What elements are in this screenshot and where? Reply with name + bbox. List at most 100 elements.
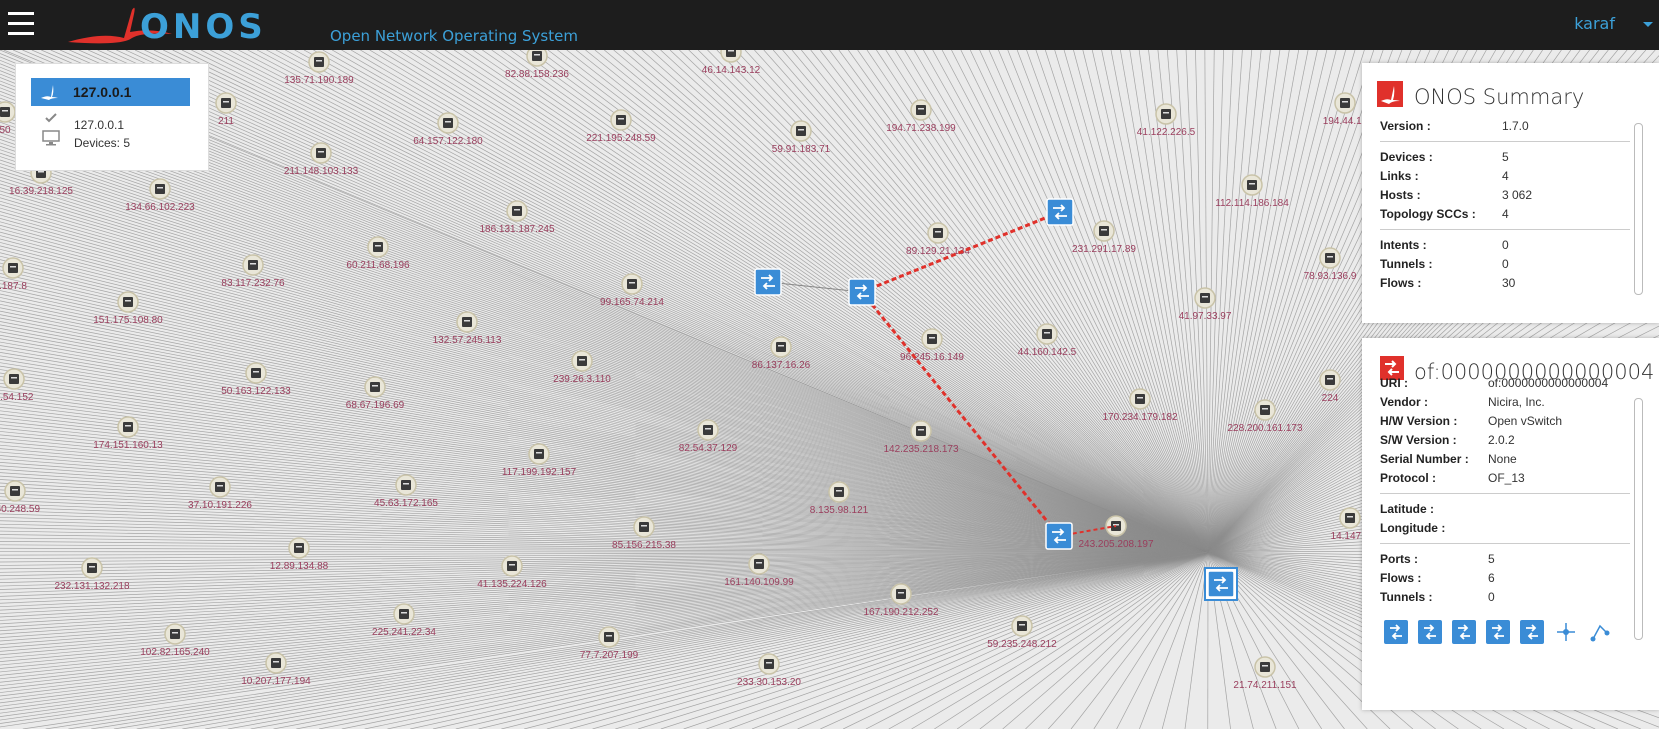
- prop-label: Tunnels :: [1380, 257, 1433, 271]
- instance-panel: 127.0.0.1 127.0.0.1 Devices: 5: [15, 63, 209, 171]
- host-icon-slot: [223, 101, 229, 103]
- host-label: 3.54.152: [0, 392, 34, 403]
- host-link: [0, 327, 1209, 553]
- related-traffic-icon[interactable]: [1588, 620, 1612, 644]
- host-icon-slot: [403, 483, 409, 485]
- host-node[interactable]: 21.74.211.151: [1233, 656, 1297, 691]
- groups-icon[interactable]: [1486, 620, 1510, 644]
- host-icon: [754, 559, 764, 569]
- instance-header[interactable]: 127.0.0.1: [31, 78, 190, 106]
- port-table-icon[interactable]: [1452, 620, 1476, 644]
- host-label: 221.195.248.59: [586, 133, 656, 144]
- host-icon: [251, 368, 261, 378]
- host-node[interactable]: 228.200.161.173: [1227, 399, 1303, 434]
- host-icon-slot: [1044, 332, 1050, 334]
- host-node[interactable]: 211: [215, 92, 237, 127]
- switch-node[interactable]: [754, 268, 782, 296]
- prop-label: Links :: [1380, 169, 1419, 183]
- host-icon: [604, 632, 614, 642]
- host-icon: [0, 107, 10, 117]
- user-name[interactable]: karaf: [1574, 14, 1615, 33]
- host-node[interactable]: 170.234.179.182: [1102, 388, 1178, 423]
- switch-node[interactable]: [1204, 567, 1238, 601]
- onos-logo[interactable]: ONOS: [62, 2, 362, 48]
- device-scrollbar[interactable]: [1634, 398, 1643, 640]
- host-label: 151.175.108.80: [93, 315, 163, 326]
- host-label: 239.26.3.110: [553, 374, 611, 385]
- instance-device-count: Devices: 5: [74, 136, 131, 150]
- host-icon-slot: [509, 564, 515, 566]
- host-node[interactable]: 194.71.238.199: [886, 99, 956, 134]
- host-label: 59.235.248.212: [987, 639, 1057, 650]
- host-node[interactable]: 59.235.248.212: [987, 615, 1057, 650]
- host-node[interactable]: 135.71.190.189: [284, 51, 354, 86]
- switch-node[interactable]: [1045, 522, 1073, 550]
- host-label: 134.66.102.223: [125, 202, 195, 213]
- host-label: 167.190.212.252: [863, 607, 939, 618]
- host-icon-slot: [250, 263, 256, 265]
- prop-label: Tunnels :: [1380, 590, 1433, 604]
- prop-label: Latitude :: [1380, 502, 1434, 516]
- host-icon: [1345, 513, 1355, 523]
- host-node[interactable]: 46.14.143.12: [702, 50, 761, 76]
- meters-icon[interactable]: [1520, 620, 1544, 644]
- host-icon: [1161, 109, 1171, 119]
- divider: [1380, 229, 1630, 230]
- host-node[interactable]: 59.91.183.71: [772, 120, 831, 155]
- menu-icon[interactable]: [8, 12, 34, 36]
- host-node[interactable]: 134.66.102.223: [125, 178, 195, 213]
- host-label: 102.82.165.240: [140, 647, 210, 658]
- host-icon: [314, 57, 324, 67]
- prop-label: Flows :: [1380, 276, 1422, 290]
- host-icon: [8, 263, 18, 273]
- host-node[interactable]: 233.30.153.20: [737, 653, 801, 688]
- host-icon: [512, 206, 522, 216]
- prop-label: Hosts :: [1380, 188, 1421, 202]
- host-node[interactable]: 41.97.33.97: [1179, 287, 1232, 322]
- switch-body: [754, 268, 782, 296]
- host-icon: [155, 184, 165, 194]
- prop-value: 5: [1488, 552, 1495, 566]
- switch-node[interactable]: [848, 278, 876, 306]
- host-icon: [370, 382, 380, 392]
- host-label: 112.114.186.184: [1215, 198, 1289, 209]
- host-label: 41.97.33.97: [1179, 311, 1232, 322]
- host-node[interactable]: 211.148.103.133: [284, 142, 359, 177]
- host-icon-slot: [10, 266, 16, 268]
- host-node[interactable]: 78.93.136.9: [1304, 247, 1357, 282]
- host-node[interactable]: 41.122.226.5: [1137, 103, 1196, 138]
- host-node[interactable]: 174.151.160.13: [93, 416, 163, 451]
- prop-value: 0: [1502, 257, 1509, 271]
- host-node[interactable]: 12.89.134.88: [270, 537, 329, 572]
- chevron-down-icon[interactable]: [1641, 14, 1655, 32]
- host-node[interactable]: 232.131.132.218: [54, 557, 130, 592]
- host-label: 44.160.142.5: [1018, 347, 1077, 358]
- host-icon-slot: [12, 489, 18, 491]
- switch-node[interactable]: [1046, 198, 1074, 226]
- host-node[interactable]: 221.195.248.59: [586, 109, 656, 144]
- device-details-panel: of:0000000000000004 URI : of:000000000000…: [1362, 338, 1659, 710]
- host-node[interactable]: 82.88.158.236: [505, 50, 569, 80]
- host-path-icon[interactable]: [1554, 620, 1578, 644]
- host-icon-slot: [372, 385, 378, 387]
- host-icon-slot: [929, 337, 935, 339]
- host-node[interactable]: 224: [1319, 369, 1341, 404]
- switch-icon[interactable]: [1384, 620, 1408, 644]
- host-node[interactable]: 44.160.142.5: [1018, 323, 1077, 358]
- host-icon-slot: [579, 359, 585, 361]
- host-icon: [639, 522, 649, 532]
- host-label: 135.71.190.189: [284, 75, 354, 86]
- host-icon: [294, 543, 304, 553]
- prop-value: 2.0.2: [1488, 433, 1515, 447]
- host-icon-slot: [766, 662, 772, 664]
- host-node[interactable]: 50: [0, 101, 16, 136]
- ports-icon[interactable]: [1418, 620, 1442, 644]
- instance-title: 127.0.0.1: [73, 84, 132, 100]
- divider: [1380, 141, 1630, 142]
- host-label: 142.235.218.173: [883, 444, 959, 455]
- divider: [1380, 543, 1630, 544]
- host-icon: [462, 317, 472, 327]
- host-label: 225.241.22.34: [372, 627, 436, 638]
- host-icon-slot: [1101, 229, 1107, 231]
- summary-scrollbar[interactable]: [1634, 123, 1643, 295]
